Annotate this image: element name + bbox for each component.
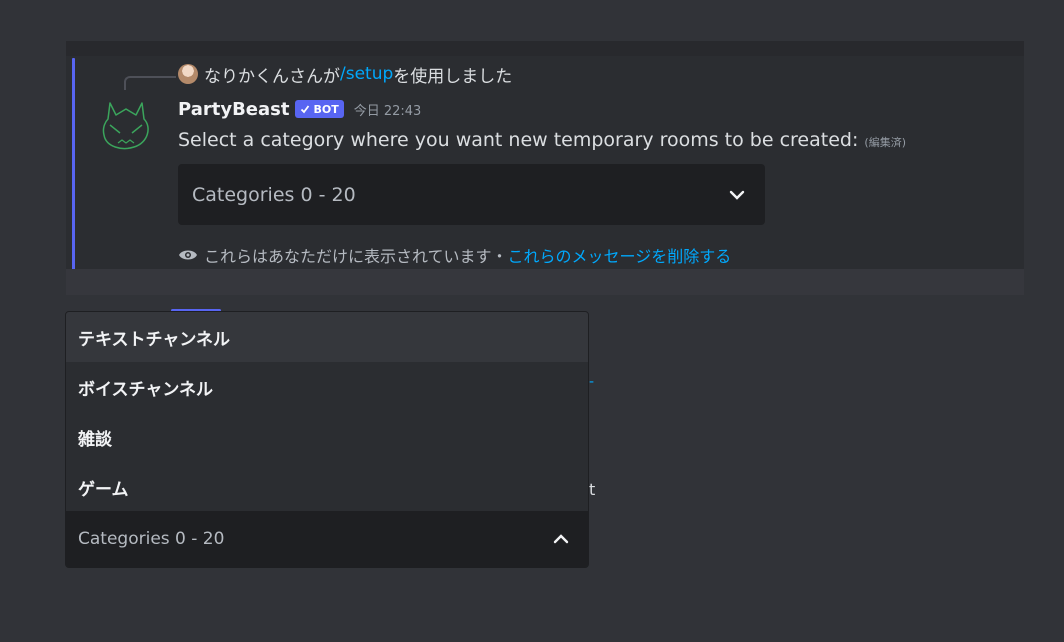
message-content: Select a category where you want new tem… (178, 129, 906, 151)
background-link-fragment: ‑ (589, 374, 595, 390)
eye-icon (179, 250, 197, 260)
reply-suffix: を使用しました (393, 66, 513, 87)
delete-messages-link[interactable]: これらのメッセージを削除する (508, 243, 732, 267)
dropdown-option-text-channel[interactable]: テキストチャンネル (66, 312, 588, 362)
command-reply-line: なりかくんさんが /setup を使用しました (178, 62, 513, 87)
bot-avatar[interactable] (96, 95, 156, 155)
ephemeral-notice-text: これらはあなただけに表示されています・ (204, 247, 508, 266)
category-select-open[interactable]: Categories 0 - 20 (66, 511, 588, 567)
chevron-down-icon (729, 190, 745, 200)
check-icon (301, 105, 310, 114)
author-name[interactable]: PartyBeast (178, 99, 289, 120)
bot-badge: BOT (295, 100, 344, 118)
chevron-up-icon (553, 534, 569, 544)
edited-label: (編集済) (864, 136, 907, 149)
dropdown-option-chat[interactable]: 雑談 (66, 412, 588, 462)
user-mini-avatar[interactable] (178, 64, 198, 84)
bot-badge-label: BOT (313, 102, 339, 116)
ephemeral-notice: これらはあなただけに表示されています・ これらのメッセージを削除する (178, 243, 731, 267)
dropdown-option-game[interactable]: ゲーム (66, 462, 588, 512)
reply-user-text[interactable]: なりかくんさんが (204, 62, 340, 87)
category-dropdown-menu: テキストチャンネル ボイスチャンネル 雑談 ゲーム Categories 0 -… (65, 311, 589, 568)
category-select-closed[interactable]: Categories 0 - 20 (178, 164, 765, 225)
dropdown-placeholder: Categories 0 - 20 (78, 529, 225, 549)
message-text: Select a category where you want new tem… (178, 129, 859, 151)
background-text-fragment: t (589, 480, 596, 499)
ephemeral-accent-bar (72, 58, 75, 270)
select-placeholder: Categories 0 - 20 (192, 183, 356, 206)
message-timestamp[interactable]: 今日 22:43 (354, 100, 422, 119)
message-header: PartyBeast BOT 今日 22:43 (178, 97, 421, 121)
reply-spine (124, 76, 176, 90)
bot-message: なりかくんさんが /setup を使用しました PartyBeast BOT 今… (66, 41, 1024, 295)
dropdown-option-voice-channel[interactable]: ボイスチャンネル (66, 362, 588, 412)
reply-command[interactable]: /setup (340, 64, 393, 84)
